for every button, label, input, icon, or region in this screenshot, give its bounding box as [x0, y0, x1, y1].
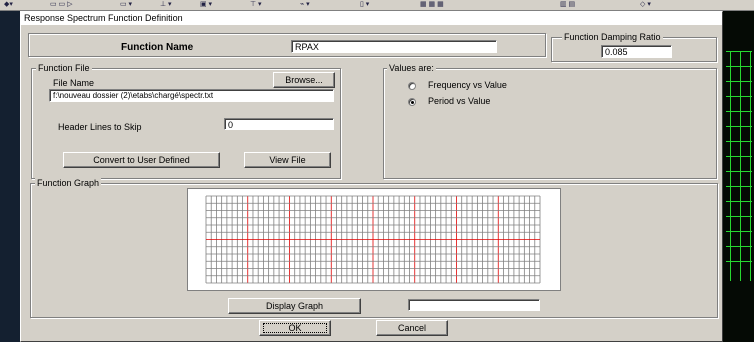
- toolbar-icon: ⊥ ▾: [160, 1, 172, 8]
- response-spectrum-dialog: Response Spectrum Function Definition Fu…: [20, 11, 723, 342]
- cancel-button[interactable]: Cancel: [376, 320, 448, 336]
- graph-grid: [205, 195, 541, 284]
- frequency-label[interactable]: Frequency vs Value: [428, 80, 507, 91]
- header-lines-label: Header Lines to Skip: [58, 122, 142, 132]
- browse-button[interactable]: Browse...: [273, 72, 335, 88]
- toolbar-icon: ⊤ ▾: [250, 1, 262, 8]
- toolbar-icon: ▥ ▤: [560, 1, 576, 8]
- function-graph-legend: Function Graph: [35, 178, 102, 189]
- view-file-button[interactable]: View File: [244, 152, 331, 168]
- damping-ratio-input[interactable]: 0.085: [601, 45, 672, 58]
- file-name-label: File Name: [53, 78, 95, 88]
- function-name-label: Function Name: [121, 42, 194, 53]
- dialog-title: Response Spectrum Function Definition: [21, 12, 722, 25]
- toolbar-icon: ▯ ▾: [360, 1, 370, 8]
- graph-status-field: [408, 299, 540, 311]
- toolbar-icon: ▭ ▭ ▷: [50, 1, 73, 8]
- convert-to-user-defined-button[interactable]: Convert to User Defined: [63, 152, 220, 168]
- period-label[interactable]: Period vs Value: [428, 96, 490, 107]
- toolbar-icon: ▦ ▦ ▦: [420, 1, 444, 8]
- header-lines-input[interactable]: 0: [224, 118, 334, 130]
- background-toolbar: ◆▾ ▭ ▭ ▷ ▭ ▾ ⊥ ▾ ▣ ▾ ⊤ ▾ ⌁ ▾ ▯ ▾ ▦ ▦ ▦ ▥…: [0, 0, 754, 11]
- toolbar-icon: ▣ ▾: [200, 1, 213, 8]
- values-are-legend: Values are:: [387, 63, 436, 74]
- ok-button[interactable]: OK: [259, 320, 331, 336]
- period-radio[interactable]: [408, 98, 416, 106]
- toolbar-icon: ⌁ ▾: [300, 1, 310, 8]
- toolbar-icon: ◆▾: [4, 1, 13, 8]
- damping-label: Function Damping Ratio: [562, 32, 663, 43]
- function-name-input[interactable]: RPAX: [291, 40, 497, 53]
- display-graph-button[interactable]: Display Graph: [228, 298, 361, 314]
- function-file-legend: Function File: [36, 63, 92, 74]
- ok-label: OK: [288, 323, 302, 333]
- frequency-radio[interactable]: [408, 82, 416, 90]
- toolbar-icon: ◇ ▾: [640, 1, 651, 8]
- background-model-view: [722, 11, 754, 342]
- toolbar-icon: ▭ ▾: [120, 1, 133, 8]
- file-path-input[interactable]: f:\nouveau dossier (2)\etabs\chargé\spec…: [49, 89, 334, 102]
- graph-plot-area: [187, 188, 561, 291]
- background-canvas-left: [0, 11, 20, 342]
